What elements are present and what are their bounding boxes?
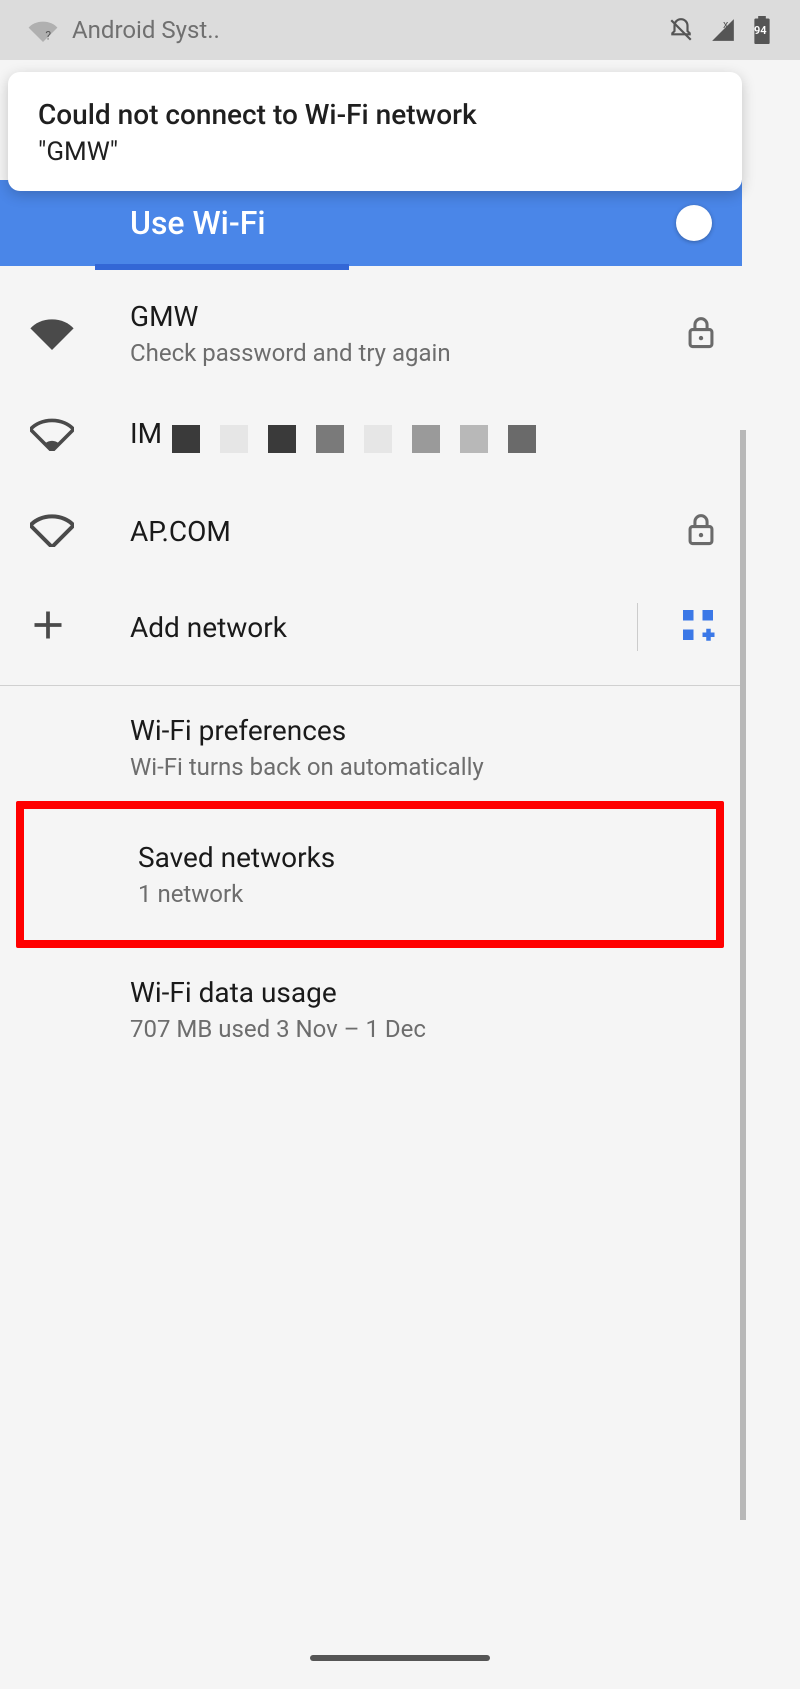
divider bbox=[637, 603, 638, 651]
network-name: IM bbox=[130, 417, 162, 450]
wifi-header: Use Wi-Fi bbox=[0, 180, 742, 266]
wifi-none-icon bbox=[30, 511, 74, 551]
wifi-low-icon bbox=[30, 415, 74, 455]
svg-text:?: ? bbox=[45, 29, 51, 42]
network-status: Check password and try again bbox=[130, 339, 686, 367]
svg-text:x: x bbox=[723, 18, 729, 31]
qr-scan-icon[interactable] bbox=[680, 607, 716, 647]
battery-level: 94 bbox=[754, 24, 767, 37]
add-network-label: Add network bbox=[130, 611, 637, 644]
notification-title: Could not connect to Wi-Fi network bbox=[38, 98, 712, 131]
redacted-icon bbox=[172, 425, 536, 453]
network-name: GMW bbox=[130, 300, 686, 333]
status-app-label: Android Syst.. bbox=[72, 16, 220, 44]
add-network-row[interactable]: Add network bbox=[0, 579, 742, 675]
tab-underline bbox=[95, 264, 349, 270]
network-row-gmw[interactable]: GMW Check password and try again bbox=[0, 280, 742, 387]
plus-icon bbox=[30, 607, 66, 647]
wifi-preferences-row[interactable]: Wi-Fi preferences Wi-Fi turns back on au… bbox=[0, 686, 742, 801]
wifi-toggle[interactable] bbox=[676, 205, 712, 241]
scrollbar[interactable] bbox=[740, 430, 746, 1520]
wifi-data-usage-row[interactable]: Wi-Fi data usage 707 MB used 3 Nov – 1 D… bbox=[0, 948, 742, 1063]
wifi-full-icon bbox=[30, 314, 74, 354]
wifi-data-usage-sub: 707 MB used 3 Nov – 1 Dec bbox=[130, 1015, 716, 1043]
saved-networks-row[interactable]: Saved networks 1 network bbox=[24, 809, 716, 940]
wifi-data-usage-title: Wi-Fi data usage bbox=[130, 976, 716, 1009]
saved-networks-title: Saved networks bbox=[138, 841, 690, 874]
saved-networks-sub: 1 network bbox=[138, 880, 690, 908]
lock-icon bbox=[686, 512, 716, 550]
notification-subtitle: "GMW" bbox=[38, 137, 712, 167]
lock-icon bbox=[686, 315, 716, 353]
network-row-apcom[interactable]: AP.COM bbox=[0, 483, 742, 579]
wifi-preferences-title: Wi-Fi preferences bbox=[130, 714, 716, 747]
status-bar: ? Android Syst.. x 94 bbox=[0, 0, 800, 60]
network-name: AP.COM bbox=[130, 515, 686, 548]
wifi-settings-content: GMW Check password and try again IM bbox=[0, 280, 742, 1689]
wifi-question-icon: ? bbox=[28, 18, 58, 42]
wifi-header-title: Use Wi-Fi bbox=[130, 204, 265, 242]
wifi-preferences-sub: Wi-Fi turns back on automatically bbox=[130, 753, 716, 781]
network-row-im[interactable]: IM bbox=[0, 387, 742, 483]
battery-icon: 94 bbox=[752, 16, 772, 44]
dnd-off-icon bbox=[668, 17, 694, 43]
signal-no-data-icon: x bbox=[710, 17, 736, 43]
highlight-box: Saved networks 1 network bbox=[16, 801, 724, 948]
nav-handle[interactable] bbox=[310, 1655, 490, 1661]
wifi-error-notification[interactable]: Could not connect to Wi-Fi network "GMW" bbox=[8, 72, 742, 191]
